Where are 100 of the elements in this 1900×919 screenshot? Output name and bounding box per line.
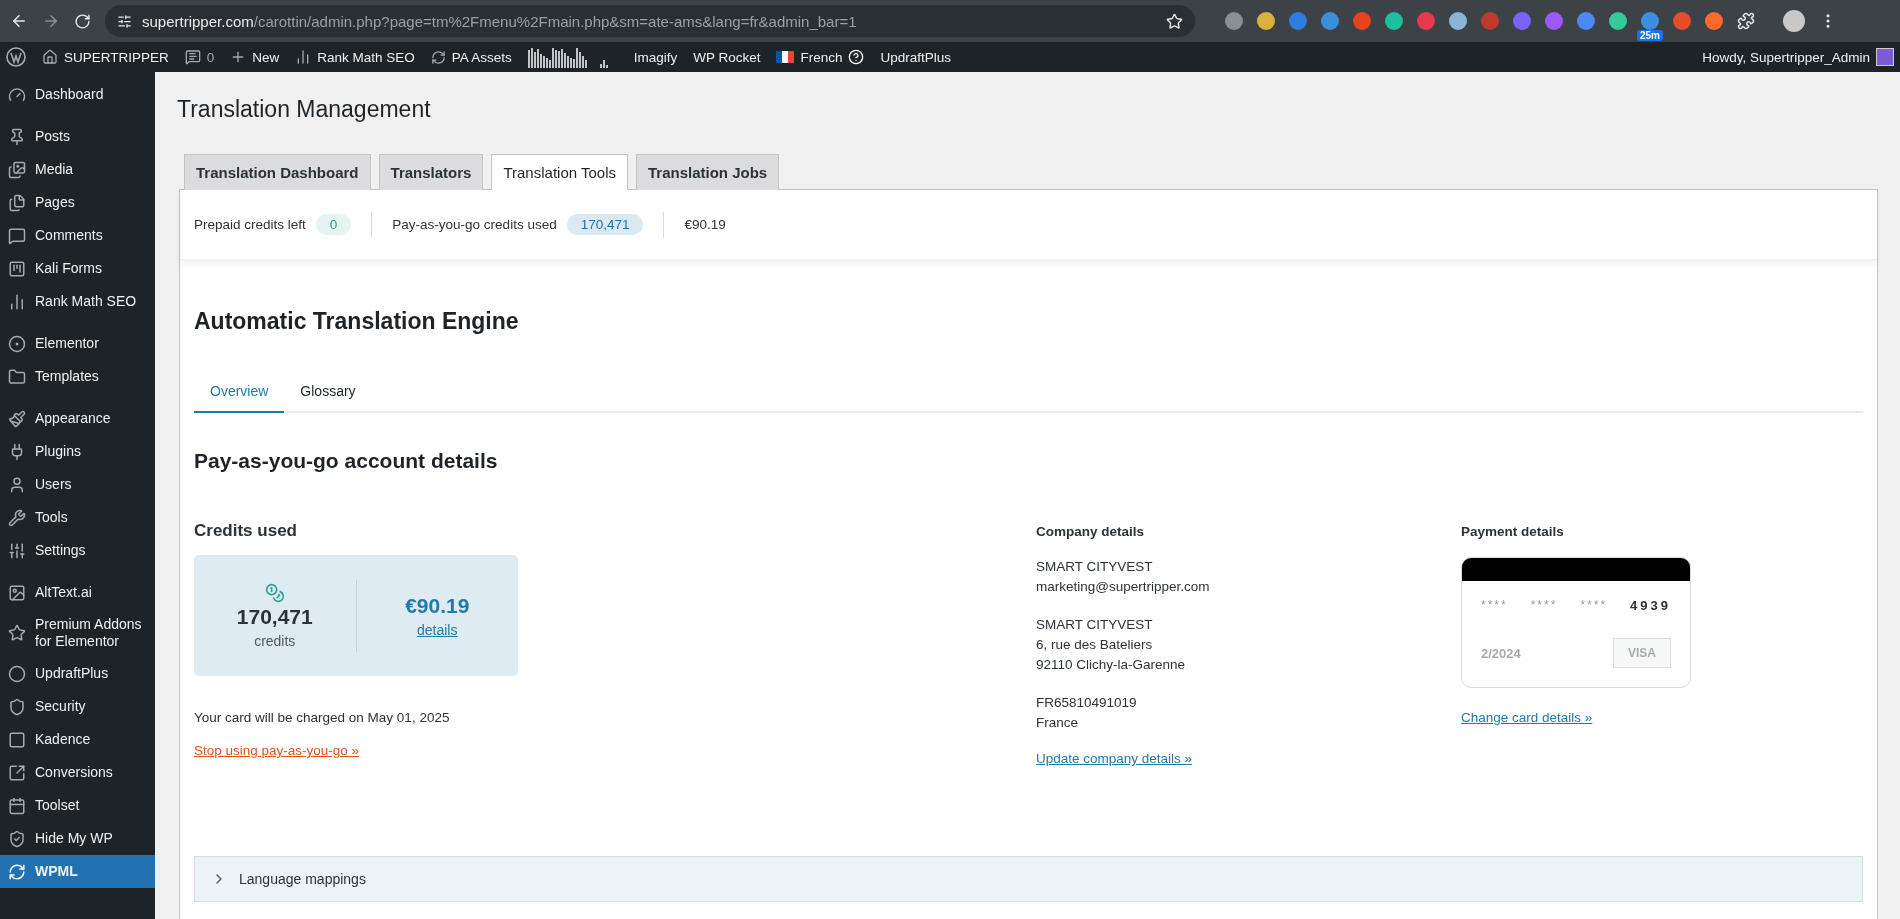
reload-icon[interactable] — [74, 12, 91, 30]
accordion-header[interactable]: Language mappings — [194, 856, 1863, 902]
language-switcher[interactable]: French — [776, 49, 865, 65]
sidebar-item[interactable]: Toolset — [0, 789, 155, 822]
update-company-link[interactable]: Update company details » — [1036, 751, 1193, 766]
extension-badge: 25m — [1637, 30, 1663, 41]
sidebar-label: Kadence — [35, 731, 91, 748]
masked-digits: **** — [1530, 598, 1558, 612]
company-line: FR65810491019 — [1036, 694, 1138, 712]
sidebar-item[interactable]: Templates — [0, 360, 155, 393]
sidebar-label: Toolset — [35, 797, 80, 814]
sidebar-item[interactable]: Kali Forms — [0, 252, 155, 285]
nav-tab[interactable]: Translation Jobs — [636, 154, 780, 190]
extension-icon[interactable] — [1257, 12, 1275, 30]
sidebar-label: Kali Forms — [35, 260, 102, 277]
account-menu[interactable]: Howdy, Supertripper_Admin — [1702, 48, 1894, 66]
sidebar-label: Posts — [35, 128, 70, 145]
extension-icon[interactable] — [1225, 12, 1243, 30]
back-icon[interactable] — [10, 12, 28, 30]
wordpress-logo-icon[interactable] — [6, 47, 26, 67]
sidebar-item[interactable]: Posts — [0, 120, 155, 153]
sidebar-label: WPML — [35, 863, 78, 880]
sidebar-item[interactable]: Settings — [0, 534, 155, 567]
nav-tab[interactable]: Translation Dashboard — [184, 154, 371, 190]
extension-icon[interactable] — [1545, 12, 1563, 30]
sidebar-item[interactable]: Plugins — [0, 435, 155, 468]
extension-icon[interactable] — [1321, 12, 1339, 30]
url-text: supertripper.com/carottin/admin.php?page=tm%2Fmenu%2Fmain.php&sm=ate-ams&lang=fr&admin_bar=1 — [142, 12, 858, 30]
address-bar[interactable]: supertripper.com/carottin/admin.php?page=tm%2Fmenu%2Fmain.php&sm=ate-ams&lang=fr&admin_bar=1 — [105, 5, 1195, 37]
details-link[interactable]: details — [417, 621, 458, 638]
sidebar-label: Media — [35, 161, 74, 178]
sidebar-item[interactable]: AltText.ai — [0, 576, 155, 609]
sidebar-item[interactable]: Rank Math SEO — [0, 285, 155, 318]
sidebar-item[interactable]: Hide My WP — [0, 822, 155, 855]
shield-icon — [8, 829, 26, 848]
toolbar-link[interactable]: Imagify — [633, 49, 678, 65]
sidebar-item[interactable]: Kadence — [0, 723, 155, 756]
sub-tab[interactable]: Overview — [194, 375, 285, 413]
sidebar-item[interactable]: Dashboard — [0, 78, 155, 111]
extension-icon[interactable] — [1705, 12, 1723, 30]
sidebar-item[interactable]: Appearance — [0, 402, 155, 435]
toolbar-link[interactable]: WP Rocket — [693, 49, 761, 65]
site-name-link[interactable]: SUPERTRIPPER — [42, 49, 169, 65]
company-title: Company details — [1036, 522, 1146, 541]
site-settings-icon[interactable] — [117, 13, 132, 29]
prepaid-label: Prepaid credits left — [194, 217, 306, 232]
assets-link[interactable]: PA Assets — [430, 49, 512, 65]
bookmark-star-icon[interactable] — [1166, 12, 1183, 30]
sidebar-item[interactable]: Premium Addons for Elementor — [0, 609, 155, 657]
extension-icon[interactable] — [1417, 12, 1435, 30]
payment-title: Payment details — [1461, 522, 1565, 541]
extension-icon[interactable] — [1609, 12, 1627, 30]
forward-icon[interactable] — [42, 12, 60, 30]
sidebar-item[interactable]: Security — [0, 690, 155, 723]
sidebar-label: Premium Addons for Elementor — [35, 616, 143, 650]
comment-icon — [184, 49, 201, 65]
card-brand: VISA — [1613, 638, 1671, 668]
charge-note: Your card will be charged on May 01, 2025 — [194, 710, 451, 725]
sidebar-label: Templates — [35, 368, 99, 385]
section-title: Automatic Translation Engine — [194, 308, 520, 335]
extension-icon[interactable] — [1289, 12, 1307, 30]
rank-math-link[interactable]: Rank Math SEO — [295, 49, 415, 65]
card-last-digits: 4939 — [1630, 597, 1671, 613]
page-title: Translation Management — [177, 95, 432, 124]
sidebar-item[interactable]: Pages — [0, 186, 155, 219]
nav-tab[interactable]: Translators — [378, 154, 484, 190]
sidebar-item[interactable]: UpdraftPlus — [0, 657, 155, 690]
calendar-icon — [8, 796, 26, 815]
masked-digits: **** — [1481, 598, 1508, 612]
nav-tab[interactable]: Translation Tools — [491, 154, 628, 190]
sidebar-item[interactable]: Tools — [0, 501, 155, 534]
extension-icon[interactable] — [1577, 12, 1595, 30]
change-card-link[interactable]: Change card details » — [1461, 710, 1593, 725]
sidebar-item[interactable]: Comments — [0, 219, 155, 252]
puzzle-icon[interactable] — [1737, 12, 1755, 30]
credits-title: Credits used — [194, 521, 298, 541]
sidebar-item[interactable]: Users — [0, 468, 155, 501]
extension-icon[interactable] — [1385, 12, 1403, 30]
credits-count: 170,471 — [236, 604, 313, 629]
profile-avatar[interactable] — [1783, 10, 1805, 32]
company-line: 6, rue des Bateliers — [1036, 636, 1154, 654]
sub-tab[interactable]: Glossary — [284, 375, 372, 413]
comments-link[interactable]: 0 — [184, 49, 215, 65]
sidebar-item[interactable]: Conversions — [0, 756, 155, 789]
toolbar-link[interactable]: UpdraftPlus — [880, 49, 951, 65]
company-line: France — [1036, 714, 1080, 732]
comment-icon — [8, 226, 26, 245]
extension-icon[interactable] — [1673, 12, 1691, 30]
sidebar-item[interactable]: Elementor — [0, 327, 155, 360]
extension-icon[interactable] — [1353, 12, 1371, 30]
extension-icon[interactable] — [1641, 12, 1659, 30]
sidebar-item[interactable]: WPML — [0, 855, 155, 888]
sidebar-label: Dashboard — [35, 86, 104, 103]
new-link[interactable]: New — [230, 49, 280, 65]
stop-payg-link[interactable]: Stop using pay-as-you-go » — [194, 743, 360, 758]
sidebar-item[interactable]: Media — [0, 153, 155, 186]
company-line: SMART CITYVEST — [1036, 558, 1154, 576]
extension-icon[interactable] — [1513, 12, 1531, 30]
images-icon — [8, 160, 26, 179]
extension-icon[interactable] — [1449, 12, 1467, 30]
